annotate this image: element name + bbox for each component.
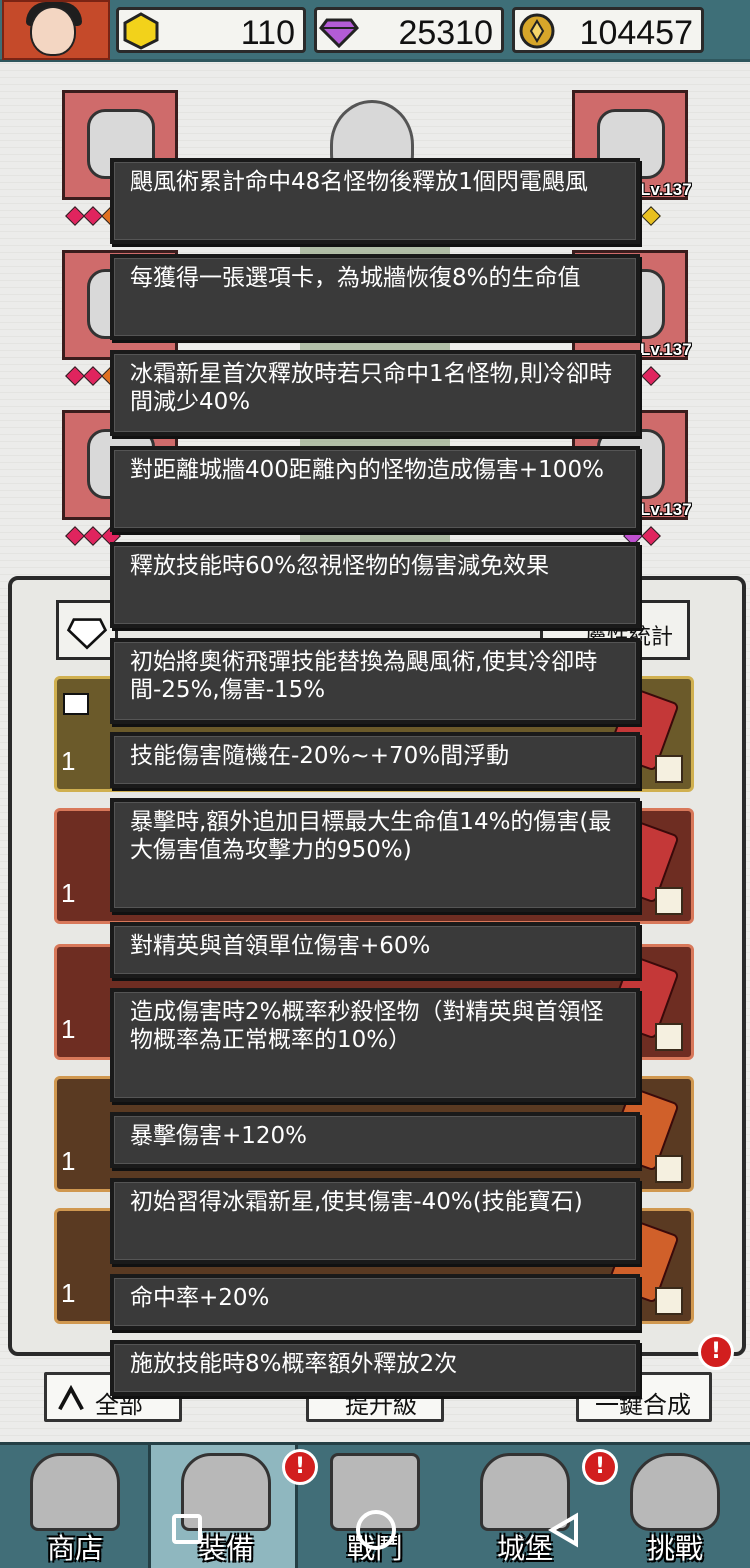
skill-effect-entry: 對距離城牆400距離內的怪物造成傷害+100% <box>110 446 640 532</box>
skill-effect-entry: 造成傷害時2%概率秒殺怪物（對精英與首領怪物概率為正常概率的10%） <box>110 988 640 1102</box>
necklace-level: Lv.137 <box>640 500 692 519</box>
equipment-alert-badge: ! <box>282 1449 318 1485</box>
hexagon-energy-icon <box>123 12 159 50</box>
lock-icon <box>63 693 89 715</box>
skill-effect-entry: 暴擊時,額外追加目標最大生命值14%的傷害(最大傷害值為攻擊力的950%) <box>110 798 640 912</box>
system-navigation-bar <box>0 1496 750 1568</box>
skill-effects-tooltip: 颶風術累計命中48名怪物後釋放1個閃電颶風 每獲得一張選項卡，為城牆恢復8%的生… <box>110 150 642 1400</box>
skill-effect-entry: 暴擊傷害+120% <box>110 1112 640 1168</box>
skill-effect-entry: 每獲得一張選項卡，為城牆恢復8%的生命值 <box>110 254 640 340</box>
skill-effect-entry: 對精英與首領單位傷害+60% <box>110 922 640 978</box>
item-count: 1 <box>61 746 76 776</box>
skill-effect-text: 每獲得一張選項卡，為城牆恢復8%的生命值 <box>130 265 581 291</box>
tab-gem-filter[interactable] <box>56 600 118 660</box>
skill-effect-entry: 技能傷害隨機在-20%~+70%間浮動 <box>110 732 640 788</box>
armor-slot-icon <box>655 1155 683 1183</box>
armor-slot-icon <box>655 755 683 783</box>
castle-alert-badge: ! <box>582 1449 618 1485</box>
skill-effect-text: 技能傷害隨機在-20%~+70%間浮動 <box>130 743 510 769</box>
skill-effect-entry: 冰霜新星首次釋放時若只命中1名怪物,則冷卻時間減少40% <box>110 350 640 436</box>
player-avatar[interactable] <box>2 0 110 60</box>
skill-effect-text: 初始將奧術飛彈技能替換為颶風術,使其冷卻時間-25%,傷害-15% <box>130 649 598 703</box>
skill-effect-entry: 釋放技能時60%忽視怪物的傷害減免效果 <box>110 542 640 628</box>
top-resource-bar: 110 25310 104457 <box>0 0 750 62</box>
skill-effect-text: 暴擊傷害+120% <box>130 1123 308 1149</box>
ring-slot-icon <box>655 1023 683 1051</box>
boots-slot-icon <box>655 1287 683 1315</box>
skill-effect-entry: 初始習得冰霜新星,使其傷害-40%(技能寶石) <box>110 1178 640 1264</box>
triangle-back-icon[interactable] <box>544 1510 584 1550</box>
coin-value: 104457 <box>579 14 693 52</box>
gold-coin-icon <box>519 13 555 49</box>
item-count: 1 <box>61 1278 76 1308</box>
item-count: 1 <box>61 878 76 908</box>
skill-effect-entry: 施放技能時8%概率額外釋放2次 <box>110 1340 640 1396</box>
skill-effect-entry: 颶風術累計命中48名怪物後釋放1個閃電颶風 <box>110 158 640 244</box>
energy-counter[interactable]: 110 <box>116 7 306 53</box>
item-count: 1 <box>61 1146 76 1176</box>
skill-effect-text: 釋放技能時60%忽視怪物的傷害減免效果 <box>130 553 550 579</box>
weapon-level: Lv.137 <box>640 180 692 199</box>
item-count: 1 <box>61 1014 76 1044</box>
skill-effect-text: 對精英與首領單位傷害+60% <box>130 933 431 959</box>
skill-effect-text: 對距離城牆400距離內的怪物造成傷害+100% <box>130 457 604 483</box>
merge-alert-badge: ! <box>698 1334 734 1370</box>
ring-level: Lv.137 <box>640 340 692 359</box>
weapon-slot-icon <box>655 887 683 915</box>
avatar-face <box>30 6 76 56</box>
square-recent-apps-icon[interactable] <box>172 1514 202 1544</box>
gem-counter[interactable]: 25310 <box>314 7 504 53</box>
skill-effect-entry: 初始將奧術飛彈技能替換為颶風術,使其冷卻時間-25%,傷害-15% <box>110 638 640 724</box>
arrow-up-icon <box>58 1385 84 1411</box>
skill-effect-text: 施放技能時8%概率額外釋放2次 <box>130 1351 458 1377</box>
gem-outline-icon <box>66 618 108 650</box>
skill-effect-text: 初始習得冰霜新星,使其傷害-40%(技能寶石) <box>130 1189 583 1215</box>
skill-effect-text: 暴擊時,額外追加目標最大生命值14%的傷害(最大傷害值為攻擊力的950%) <box>130 809 612 863</box>
gem-value: 25310 <box>398 14 493 52</box>
energy-value: 110 <box>240 14 295 52</box>
skill-effect-text: 颶風術累計命中48名怪物後釋放1個閃電颶風 <box>130 169 588 195</box>
skill-effect-text: 冰霜新星首次釋放時若只命中1名怪物,則冷卻時間減少40% <box>130 361 612 415</box>
diamond-gem-icon <box>319 18 359 49</box>
circle-home-icon[interactable] <box>356 1510 396 1550</box>
skill-effect-text: 造成傷害時2%概率秒殺怪物（對精英與首領怪物概率為正常概率的10%） <box>130 999 604 1053</box>
skill-effect-text: 命中率+20% <box>130 1285 270 1311</box>
coin-counter[interactable]: 104457 <box>512 7 704 53</box>
skill-effect-entry: 命中率+20% <box>110 1274 640 1330</box>
